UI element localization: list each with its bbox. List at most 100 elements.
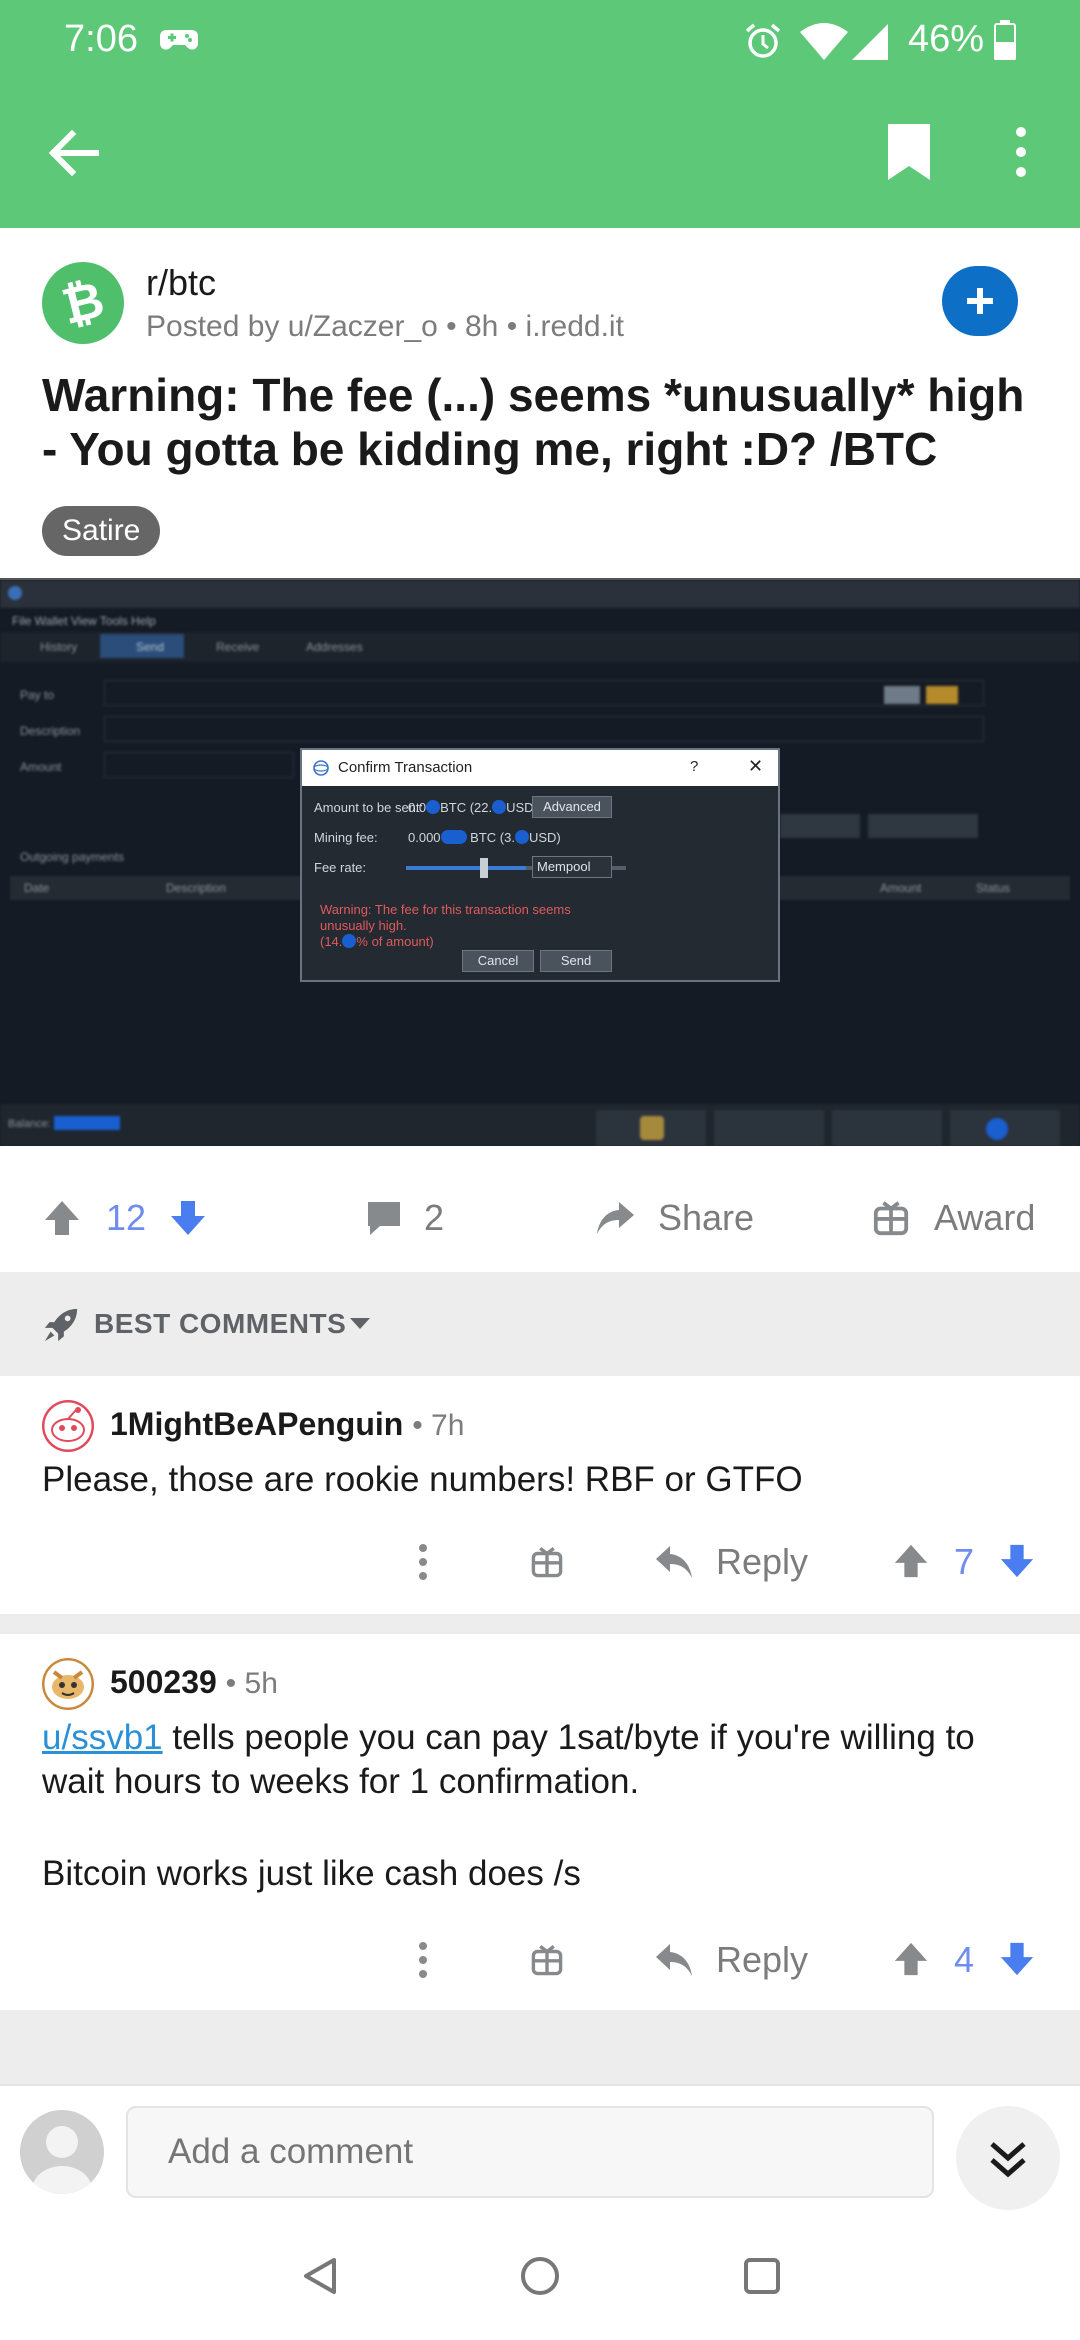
award-icon[interactable]: [872, 1198, 910, 1238]
comment-body: Please, those are rookie numbers! RBF or…: [42, 1460, 803, 1499]
reply-button[interactable]: Reply: [716, 1920, 808, 2000]
post-action-bar: 12 2 Share Award: [0, 1166, 1080, 1270]
post-comment-count[interactable]: 2: [424, 1166, 444, 1270]
user-mention-link[interactable]: u/ssvb1: [42, 1718, 163, 1757]
upvote-icon[interactable]: [892, 1542, 930, 1580]
dialog-fee-value: 0.000 BTC (3. USD): [408, 830, 561, 845]
wallet-label-payto: Pay to: [20, 688, 55, 702]
dialog-send-button: Send: [540, 950, 612, 972]
wallet-col-description: Description: [166, 881, 227, 895]
electrum-logo-icon: [313, 760, 329, 776]
dialog-close-icon: ✕: [748, 756, 764, 776]
bitcoin-cash-logo-icon: ₿: [56, 271, 109, 335]
post-meta: Posted by u/Zaczer_o • 8h • i.redd.it: [146, 310, 624, 343]
comments-end-spacer: [0, 2010, 1080, 2084]
wallet-menu-bar: File Wallet View Tools Help: [12, 614, 156, 628]
nav-recents-icon[interactable]: [742, 2256, 782, 2296]
dialog-amount-label: Amount to be sent:: [314, 800, 424, 815]
award-icon[interactable]: [530, 1942, 564, 1978]
more-vertical-icon[interactable]: [418, 1940, 428, 1980]
reply-button[interactable]: Reply: [716, 1522, 808, 1602]
wallet-tab-receive: Receive: [216, 640, 260, 654]
comment-vote-count: 7: [954, 1541, 975, 1582]
join-button[interactable]: [942, 266, 1018, 336]
more-vertical-icon[interactable]: [418, 1542, 428, 1582]
dialog-header: Confirm Transaction ? ✕: [302, 750, 778, 786]
comment-avatar[interactable]: [42, 1658, 94, 1710]
comment-composer: [0, 2084, 1080, 2212]
back-arrow-icon[interactable]: [42, 122, 104, 184]
wallet-label-description: Description: [20, 724, 81, 738]
comment-sort-bar[interactable]: BEST COMMENTS: [0, 1272, 1080, 1376]
user-avatar[interactable]: [20, 2110, 104, 2194]
downvote-icon[interactable]: [168, 1198, 208, 1238]
reply-icon[interactable]: [654, 1940, 694, 1980]
post-vote-count: 12: [106, 1197, 147, 1238]
plus-icon: [967, 288, 993, 314]
dialog-help-icon: ?: [690, 758, 699, 775]
comment-sort-label[interactable]: BEST COMMENTS: [94, 1308, 346, 1340]
dialog-cancel-button: Cancel: [462, 950, 534, 972]
subreddit-name[interactable]: r/btc: [146, 262, 216, 304]
confirm-transaction-dialog: Confirm Transaction ? ✕ Amount to be sen…: [300, 748, 780, 982]
status-bar: 7:06 46%: [0, 0, 1080, 84]
dialog-warning-text: Warning: The fee for this transaction se…: [320, 902, 571, 949]
wallet-tab-history: History: [40, 640, 78, 654]
snoo-avatar-icon: [42, 1658, 94, 1710]
battery-icon: [994, 20, 1016, 60]
downvote-icon[interactable]: [998, 1542, 1036, 1580]
nav-back-icon[interactable]: [300, 2256, 340, 2296]
award-button[interactable]: Award: [934, 1166, 1035, 1270]
comment-item: 500239 • 5h u/ssvb1 tells people you can…: [0, 1634, 1080, 2010]
comment-item: 1MightBeAPenguin • 7h Please, those are …: [0, 1376, 1080, 1614]
post-image[interactable]: File Wallet View Tools Help History Send…: [0, 578, 1080, 1146]
wifi-icon: [800, 23, 848, 60]
nav-home-icon[interactable]: [520, 2256, 560, 2296]
comment-actions: Reply 4: [0, 1920, 1080, 2000]
expand-button[interactable]: [956, 2106, 1060, 2210]
subreddit-avatar[interactable]: ₿: [42, 262, 124, 344]
chevron-down-icon[interactable]: [348, 1316, 372, 1332]
wallet-balance-label: Balance:: [8, 1118, 51, 1130]
upvote-icon[interactable]: [42, 1198, 82, 1238]
award-icon[interactable]: [530, 1544, 564, 1580]
system-navigation-bar: [0, 2212, 1080, 2340]
battery-percent: 46%: [908, 18, 985, 60]
dialog-title: Confirm Transaction: [338, 759, 473, 776]
more-vertical-icon[interactable]: [1006, 122, 1036, 182]
dialog-fee-label: Mining fee:: [314, 830, 378, 845]
bookmark-icon[interactable]: [884, 122, 934, 182]
comment-author[interactable]: 500239 • 5h: [110, 1664, 278, 1701]
upvote-icon[interactable]: [892, 1940, 930, 1978]
downvote-icon[interactable]: [998, 1940, 1036, 1978]
reply-icon[interactable]: [654, 1542, 694, 1582]
comment-body: u/ssvb1 tells people you can pay 1sat/by…: [42, 1718, 975, 1801]
dialog-advanced-button: Advanced: [532, 796, 612, 818]
comment-body-paragraph: Bitcoin works just like cash does /s: [42, 1854, 581, 1893]
comment-time: • 7h: [412, 1409, 465, 1442]
svg-text:₿: ₿: [56, 271, 109, 335]
wallet-outgoing-label: Outgoing payments: [20, 850, 125, 864]
wallet-col-date: Date: [24, 881, 50, 895]
snoo-avatar-icon: [42, 1400, 94, 1452]
share-button[interactable]: Share: [658, 1166, 754, 1270]
comment-actions: Reply 7: [0, 1522, 1080, 1602]
wallet-tab-addresses: Addresses: [306, 640, 363, 654]
dialog-amount-value: 0.0 BTC (22. USD): [408, 800, 538, 815]
double-chevron-down-icon: [990, 2142, 1026, 2178]
comment-author[interactable]: 1MightBeAPenguin • 7h: [110, 1406, 464, 1443]
post-flair: Satire: [42, 506, 161, 556]
comment-separator: [0, 1614, 1080, 1634]
dialog-feerate-label: Fee rate:: [314, 860, 367, 875]
comment-vote-count: 4: [954, 1939, 975, 1980]
app-header: 7:06 46%: [0, 0, 1080, 228]
status-time: 7:06: [64, 18, 138, 60]
dialog-mempool-select: Mempool: [532, 856, 612, 878]
wallet-tab-send: Send: [136, 640, 165, 654]
add-comment-input[interactable]: [126, 2106, 934, 2198]
share-icon[interactable]: [594, 1198, 636, 1238]
game-controller-icon: [160, 30, 198, 50]
alarm-icon: [745, 23, 781, 58]
comment-avatar[interactable]: [42, 1400, 94, 1452]
comment-icon[interactable]: [364, 1198, 404, 1238]
